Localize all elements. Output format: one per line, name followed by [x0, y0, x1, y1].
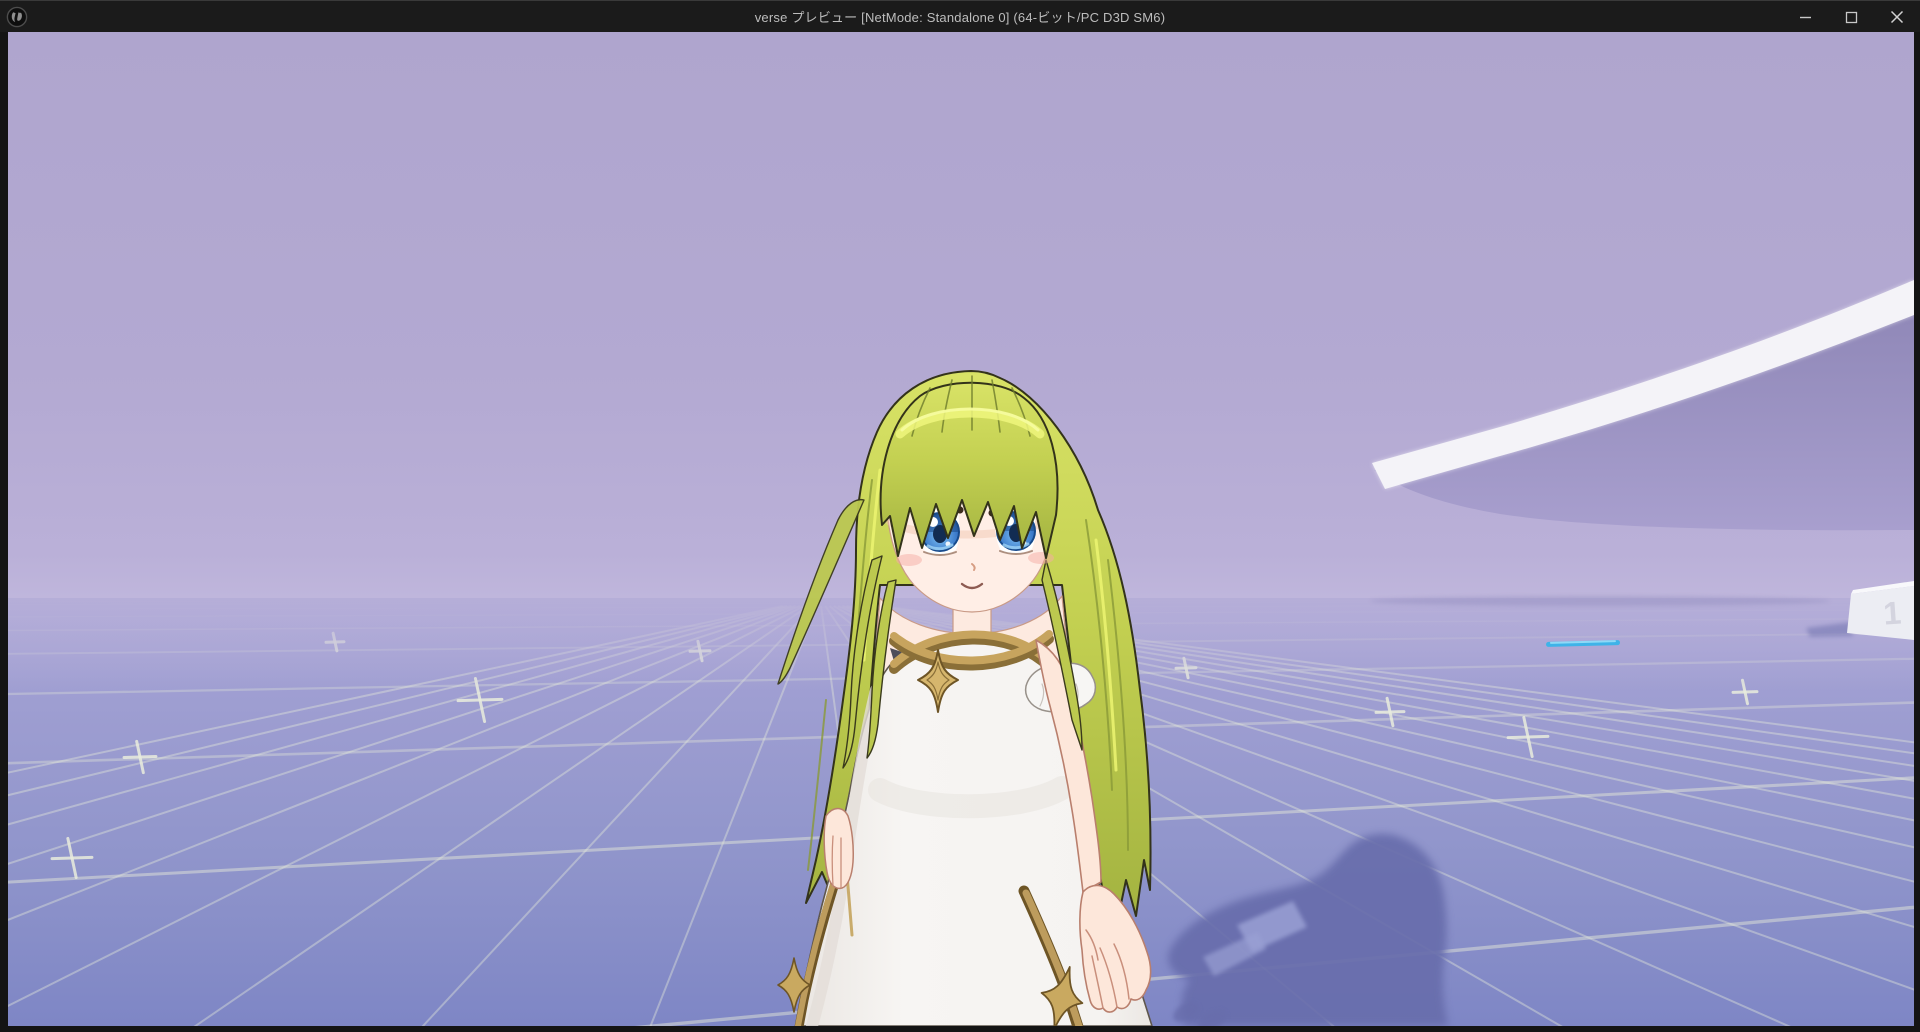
minimize-icon — [1799, 11, 1812, 24]
unreal-logo-icon — [6, 6, 28, 28]
scene-canvas: 1 — [8, 32, 1914, 1026]
character-left-hand — [824, 809, 853, 889]
maximize-icon — [1845, 11, 1858, 24]
close-button[interactable] — [1874, 1, 1920, 33]
window-controls — [1782, 1, 1920, 33]
box-label: 1 — [1882, 594, 1902, 631]
app-window: verse プレビュー [NetMode: Standalone 0] (64-… — [0, 0, 1920, 1032]
maximize-button[interactable] — [1828, 1, 1874, 33]
titlebar[interactable]: verse プレビュー [NetMode: Standalone 0] (64-… — [0, 0, 1920, 32]
window-title: verse プレビュー [NetMode: Standalone 0] (64-… — [0, 7, 1920, 26]
minimize-button[interactable] — [1782, 1, 1828, 33]
close-icon — [1890, 10, 1904, 24]
viewport-3d[interactable]: 1 — [8, 32, 1914, 1026]
